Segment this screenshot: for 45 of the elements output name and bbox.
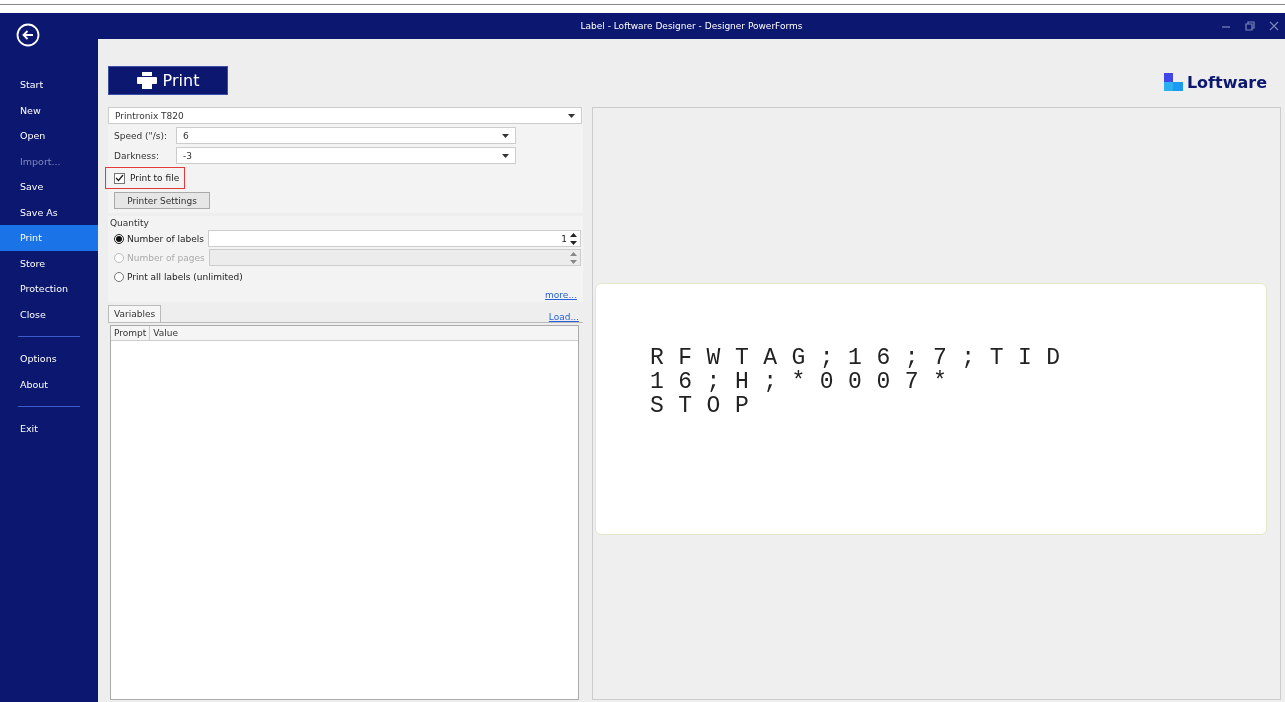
label-text: STOP [650,393,765,418]
sidebar-item[interactable]: Store [0,250,98,276]
sidebar-item[interactable]: Exit [0,416,98,442]
printer-icon [136,71,157,89]
restore-icon[interactable] [1245,21,1255,31]
logo-icon [1163,73,1184,91]
setting-label: Darkness: [114,150,160,161]
logo-text: Loftware [1186,72,1267,92]
dropdown-caret-icon [502,153,509,158]
variables-tab[interactable]: Variables [108,305,162,322]
setting-dropdown[interactable]: -3 [176,147,516,164]
setting-label: Speed ("/s): [114,130,168,141]
window-title: Label - Loftware Designer - Designer PowerForms [580,21,803,31]
radio-indicator[interactable] [114,233,124,244]
label-text: RFWTAG;16;7;TID [650,345,1076,370]
sidebar-item[interactable]: About [0,371,98,397]
sidebar-item[interactable]: Print [0,225,98,251]
sidebar-item[interactable]: Close [0,301,98,327]
checkmark-icon [115,174,124,182]
print-to-file-checkbox[interactable]: Print to file [114,172,180,184]
print-button[interactable]: Print [108,65,228,95]
label-text: 16;H;*0007* [650,369,963,394]
printer-dropdown[interactable]: Printronix T820 [108,107,582,124]
sidebar-item[interactable]: New [0,97,98,123]
sidebar-item[interactable]: Open [0,123,98,149]
radio-indicator[interactable] [114,271,124,282]
more-link[interactable]: more... [545,290,577,300]
dropdown-caret-icon [502,133,509,138]
sidebar-item[interactable]: Save As [0,199,98,225]
dropdown-caret-icon [568,113,575,118]
section-title: Quantity [110,218,150,228]
radio-button[interactable]: Number of labels [114,233,204,244]
load-link[interactable]: Load... [548,312,579,322]
radio-button[interactable]: Print all labels (unlimited) [114,271,243,282]
sidebar-item[interactable]: Start [0,72,98,98]
number-field[interactable]: 1 [208,230,581,247]
setting-dropdown[interactable]: 6 [176,127,516,144]
column-header: Value [152,327,179,340]
column-header: Prompt [111,326,151,340]
sidebar-item[interactable]: Protection [0,276,98,302]
close-icon[interactable] [1269,21,1279,31]
spinner-arrows-icon[interactable] [570,232,577,245]
sidebar-item[interactable]: Options [0,346,98,372]
sidebar-item[interactable]: Save [0,174,98,200]
printer-settings-button[interactable]: Printer Settings [114,192,210,209]
